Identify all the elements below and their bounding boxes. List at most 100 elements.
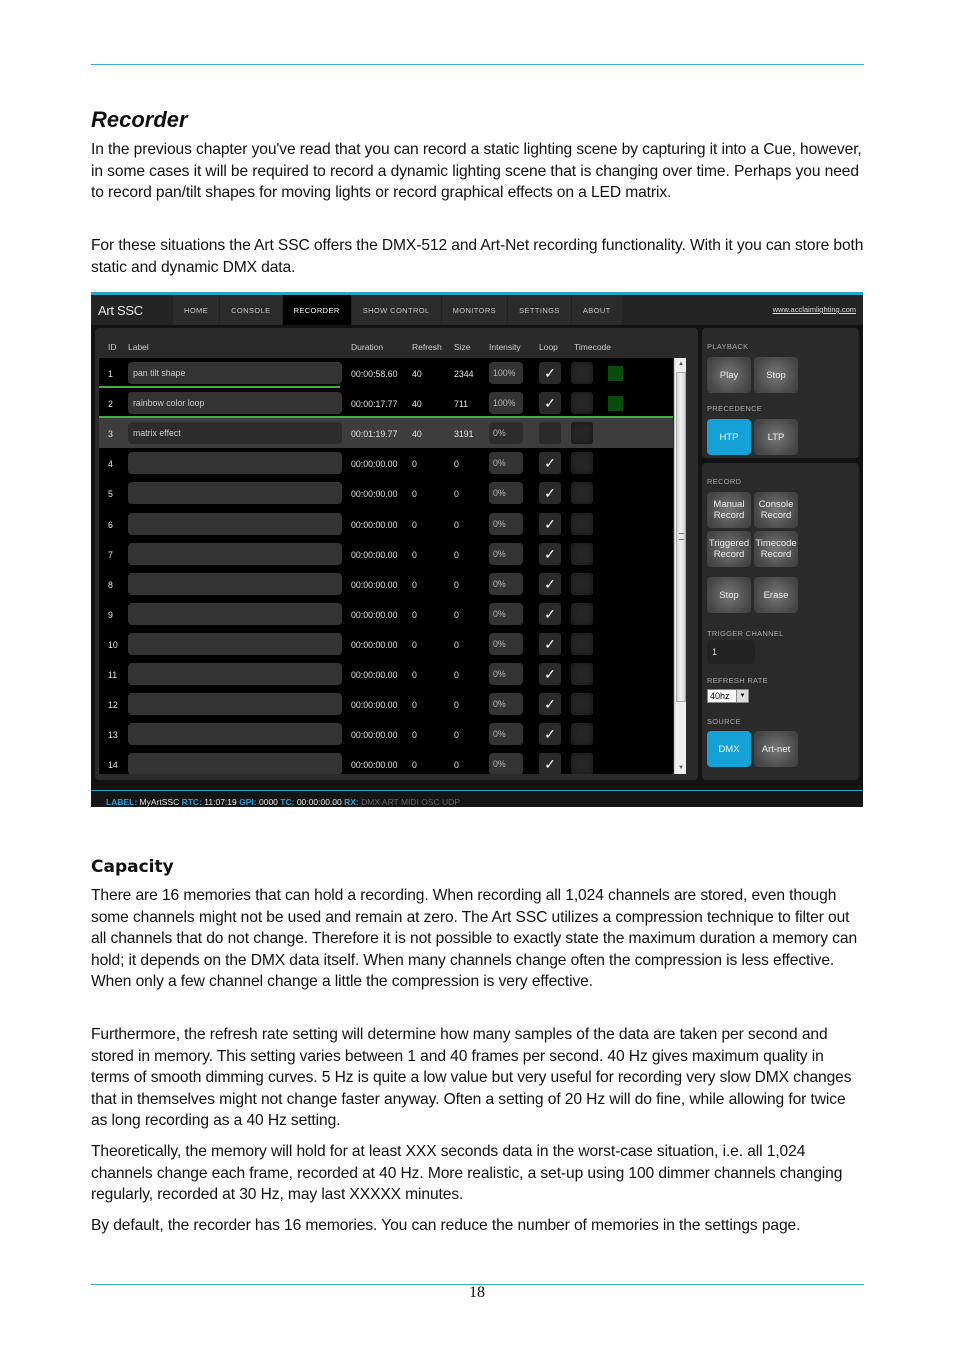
table-row[interactable]: 12 00:00:00.00 0 0 0% ✓ bbox=[99, 689, 673, 719]
row-label-input[interactable] bbox=[128, 723, 342, 746]
row-intensity-input[interactable]: 100% bbox=[489, 362, 523, 384]
table-row[interactable]: 9 00:00:00.00 0 0 0% ✓ bbox=[99, 599, 673, 629]
row-timecode-checkbox[interactable] bbox=[571, 693, 593, 716]
row-timecode-checkbox[interactable] bbox=[571, 602, 593, 625]
record-panel: RECORD Manual Record Console Record Trig… bbox=[702, 463, 859, 780]
row-intensity-input[interactable]: 0% bbox=[489, 632, 523, 655]
row-loop-checkbox[interactable]: ✓ bbox=[539, 693, 561, 716]
row-intensity-input[interactable]: 0% bbox=[489, 723, 523, 746]
row-loop-checkbox[interactable]: ✓ bbox=[539, 392, 561, 415]
row-label-input[interactable] bbox=[128, 693, 342, 716]
refresh-rate-value: 40hz bbox=[710, 691, 730, 701]
row-intensity-input[interactable]: 100% bbox=[489, 392, 523, 415]
playback-stop-button[interactable]: Stop bbox=[754, 357, 798, 393]
scroll-down-arrow-icon[interactable]: ▼ bbox=[675, 762, 687, 774]
row-label-input[interactable]: pan tilt shape bbox=[128, 362, 342, 384]
tab-about[interactable]: ABOUT bbox=[571, 295, 623, 325]
row-timecode-checkbox[interactable] bbox=[571, 392, 593, 415]
artnet-source-button[interactable]: Art-net bbox=[754, 731, 798, 767]
intro-paragraph-2: For these situations the Art SSC offers … bbox=[91, 237, 864, 276]
row-intensity-input[interactable]: 0% bbox=[489, 482, 523, 505]
row-intensity-input[interactable]: 0% bbox=[489, 602, 523, 625]
table-row[interactable]: 5 00:00:00.00 0 0 0% ✓ bbox=[99, 478, 673, 508]
status-rx-value: DMX ART MIDI OSC UDP bbox=[361, 797, 460, 807]
table-scrollbar[interactable]: ▲ ▼ bbox=[674, 358, 686, 774]
row-loop-checkbox[interactable]: ✓ bbox=[539, 632, 561, 655]
row-label-input[interactable] bbox=[128, 632, 342, 655]
row-timecode-checkbox[interactable] bbox=[571, 723, 593, 746]
row-timecode-checkbox[interactable] bbox=[571, 362, 593, 384]
row-label-input[interactable] bbox=[128, 663, 342, 685]
row-label-input[interactable] bbox=[128, 452, 342, 475]
row-label-input[interactable]: rainbow color loop bbox=[128, 392, 342, 415]
table-row[interactable]: 8 00:00:00.00 0 0 0% ✓ bbox=[99, 569, 673, 599]
row-timecode-checkbox[interactable] bbox=[571, 542, 593, 565]
row-timecode-checkbox[interactable] bbox=[571, 663, 593, 685]
row-intensity-input[interactable]: 0% bbox=[489, 512, 523, 535]
ltp-button[interactable]: LTP bbox=[754, 419, 798, 455]
console-record-button[interactable]: Console Record bbox=[754, 492, 798, 528]
row-intensity-input[interactable]: 0% bbox=[489, 422, 523, 445]
trigger-channel-input[interactable]: 1 bbox=[707, 640, 755, 664]
row-timecode-checkbox[interactable] bbox=[571, 482, 593, 505]
dmx-source-button[interactable]: DMX bbox=[707, 731, 751, 767]
htp-button[interactable]: HTP bbox=[707, 419, 751, 455]
row-timecode-checkbox[interactable] bbox=[571, 452, 593, 475]
record-stop-button[interactable]: Stop bbox=[707, 577, 751, 613]
table-row[interactable]: 10 00:00:00.00 0 0 0% ✓ bbox=[99, 629, 673, 659]
scroll-thumb[interactable] bbox=[676, 372, 686, 702]
row-loop-checkbox[interactable]: ✓ bbox=[539, 452, 561, 475]
row-loop-checkbox[interactable]: ✓ bbox=[539, 723, 561, 746]
tab-settings[interactable]: SETTINGS bbox=[508, 295, 572, 325]
table-row[interactable]: 13 00:00:00.00 0 0 0% ✓ bbox=[99, 719, 673, 749]
table-row[interactable]: 2 rainbow color loop 00:00:17.77 40 711 100% ✓ bbox=[99, 388, 673, 419]
tab-home[interactable]: HOME bbox=[173, 295, 221, 325]
erase-button[interactable]: Erase bbox=[754, 577, 798, 613]
row-loop-checkbox[interactable]: ✓ bbox=[539, 362, 561, 384]
tab-monitors[interactable]: MONITORS bbox=[441, 295, 509, 325]
tab-console[interactable]: CONSOLE bbox=[220, 295, 283, 325]
row-loop-checkbox[interactable]: ✓ bbox=[539, 482, 561, 505]
table-row[interactable]: 6 00:00:00.00 0 0 0% ✓ bbox=[99, 509, 673, 539]
manual-record-button[interactable]: Manual Record bbox=[707, 492, 751, 528]
table-row[interactable]: 1 pan tilt shape 00:00:58.60 40 2344 100% ✓ bbox=[99, 358, 673, 388]
timecode-record-button[interactable]: Timecode Record bbox=[754, 531, 798, 567]
row-label-input[interactable]: matrix effect bbox=[128, 422, 342, 445]
tab-recorder[interactable]: RECORDER bbox=[282, 295, 352, 325]
table-row[interactable]: 7 00:00:00.00 0 0 0% ✓ bbox=[99, 539, 673, 569]
website-link[interactable]: www.acclaimlighting.com bbox=[773, 305, 856, 314]
row-label-input[interactable] bbox=[128, 512, 342, 535]
table-row[interactable]: 11 00:00:00.00 0 0 0% ✓ bbox=[99, 659, 673, 689]
row-label-input[interactable] bbox=[128, 572, 342, 595]
row-timecode-checkbox[interactable] bbox=[571, 512, 593, 535]
row-label-input[interactable] bbox=[128, 542, 342, 565]
refresh-rate-select[interactable]: 40hz ▼ bbox=[707, 689, 749, 703]
row-loop-checkbox[interactable] bbox=[539, 422, 561, 445]
row-label-input[interactable] bbox=[128, 482, 342, 505]
row-timecode-checkbox[interactable] bbox=[571, 632, 593, 655]
row-intensity-input[interactable]: 0% bbox=[489, 693, 523, 716]
table-row[interactable]: 3 matrix effect 00:01:19.77 40 3191 0% bbox=[99, 418, 673, 449]
row-intensity-input[interactable]: 0% bbox=[489, 572, 523, 595]
play-button[interactable]: Play bbox=[707, 357, 751, 393]
row-timecode-checkbox[interactable] bbox=[571, 753, 593, 774]
row-label-input[interactable] bbox=[128, 753, 342, 774]
row-intensity-input[interactable]: 0% bbox=[489, 452, 523, 475]
row-loop-checkbox[interactable]: ✓ bbox=[539, 512, 561, 535]
tab-show-control[interactable]: SHOW CONTROL bbox=[351, 295, 442, 325]
table-row[interactable]: 4 00:00:00.00 0 0 0% ✓ bbox=[99, 448, 673, 478]
row-intensity-input[interactable]: 0% bbox=[489, 753, 523, 774]
row-label-input[interactable] bbox=[128, 602, 342, 625]
row-loop-checkbox[interactable]: ✓ bbox=[539, 753, 561, 774]
row-loop-checkbox[interactable]: ✓ bbox=[539, 663, 561, 685]
row-intensity-input[interactable]: 0% bbox=[489, 542, 523, 565]
triggered-record-button[interactable]: Triggered Record bbox=[707, 531, 751, 567]
row-intensity-input[interactable]: 0% bbox=[489, 663, 523, 685]
row-loop-checkbox[interactable]: ✓ bbox=[539, 602, 561, 625]
row-timecode-checkbox[interactable] bbox=[571, 422, 593, 445]
row-timecode-checkbox[interactable] bbox=[571, 572, 593, 595]
row-loop-checkbox[interactable]: ✓ bbox=[539, 542, 561, 565]
row-loop-checkbox[interactable]: ✓ bbox=[539, 572, 561, 595]
table-row[interactable]: 14 00:00:00.00 0 0 0% ✓ bbox=[99, 749, 673, 774]
scroll-up-arrow-icon[interactable]: ▲ bbox=[675, 358, 687, 370]
